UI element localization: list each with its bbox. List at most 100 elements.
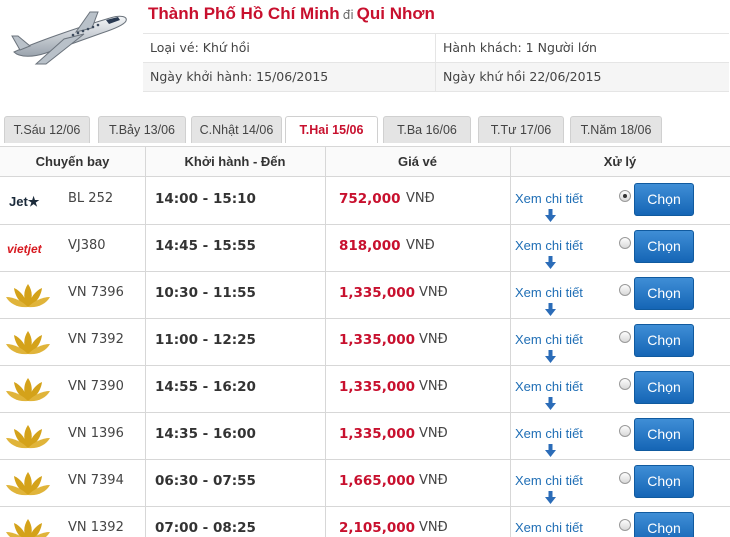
vietnam-airlines-lotus-logo (6, 519, 50, 537)
currency-label: VNĐ (419, 285, 448, 300)
tab-date-18-06[interactable]: T.Năm 18/06 (570, 116, 662, 143)
currency-label: VNĐ (406, 191, 435, 206)
flight-time: 11:00 - 12:25 (155, 332, 256, 348)
choose-flight-button[interactable]: Chọn (634, 371, 694, 404)
flight-select-radio[interactable] (619, 519, 631, 531)
view-details-link[interactable]: Xem chi tiết (515, 332, 583, 347)
view-details-link[interactable]: Xem chi tiết (515, 426, 583, 441)
ticket-price: 2,105,000 (339, 520, 416, 536)
arrow-down-icon[interactable] (545, 350, 556, 363)
choose-flight-button[interactable]: Chọn (634, 465, 694, 498)
ticket-type: Loại vé: Khứ hồi (143, 34, 435, 63)
flight-select-radio[interactable] (619, 378, 631, 390)
column-header-time: Khởi hành - Đến (184, 154, 286, 169)
flight-time: 07:00 - 08:25 (155, 520, 256, 536)
view-details-link[interactable]: Xem chi tiết (515, 285, 583, 300)
column-header-price: Giá vé (397, 154, 438, 169)
table-row: VN 7392 11:00 - 12:25 1,335,000 VNĐ Xem chi … (0, 319, 730, 366)
table-row: Jet★ BL 252 14:00 - 15:10 752,000 VNĐ Xem chi… (0, 178, 730, 225)
flight-time: 14:55 - 16:20 (155, 379, 256, 395)
table-row: VN 7394 06:30 - 07:55 1,665,000 VNĐ Xem chi … (0, 460, 730, 507)
table-row: VN 7390 14:55 - 16:20 1,335,000 VNĐ Xem chi … (0, 366, 730, 413)
currency-label: VNĐ (419, 473, 448, 488)
column-header-flight: Chuyến bay (35, 154, 110, 169)
arrow-down-icon[interactable] (545, 444, 556, 457)
search-summary-header: Thành Phố Hồ Chí Minh đi Qui Nhơn Loại vé:… (0, 0, 730, 98)
vietjet-logo: vietjet (4, 233, 52, 265)
view-details-link[interactable]: Xem chi tiết (515, 191, 583, 206)
vietnam-airlines-lotus-logo (6, 284, 50, 308)
flight-number: VN 7394 (68, 473, 124, 488)
flight-select-radio[interactable] (619, 284, 631, 296)
ticket-price: 818,000 (339, 238, 401, 254)
arrow-down-icon[interactable] (545, 209, 556, 222)
tab-date-15-06[interactable]: T.Hai 15/06 (285, 116, 378, 143)
ticket-price: 1,665,000 (339, 473, 416, 489)
route-title: Thành Phố Hồ Chí Minh đi Qui Nhơn (148, 4, 435, 30)
route-connector: đi (342, 8, 354, 22)
flight-time: 14:00 - 15:10 (155, 191, 256, 207)
flight-time: 10:30 - 11:55 (155, 285, 256, 301)
table-row: VN 1392 07:00 - 08:25 2,105,000 VNĐ Xem chi … (0, 507, 730, 537)
departure-date: Ngày khởi hành: 15/06/2015 (143, 63, 435, 92)
arrow-down-icon[interactable] (545, 397, 556, 410)
choose-flight-button[interactable]: Chọn (634, 230, 694, 263)
ticket-price: 1,335,000 (339, 285, 416, 301)
vietnam-airlines-lotus-logo (6, 425, 50, 449)
flight-time: 14:45 - 15:55 (155, 238, 256, 254)
flight-number: VN 7390 (68, 379, 124, 394)
passenger-count: Hành khách: 1 Người lớn (435, 34, 729, 63)
view-details-link[interactable]: Xem chi tiết (515, 379, 583, 394)
destination-city: Qui Nhơn (356, 4, 435, 23)
table-header: Chuyến bay Khởi hành - Đến Giá vé Xử lý (0, 146, 730, 177)
ticket-price: 1,335,000 (339, 426, 416, 442)
table-row: VN 7396 10:30 - 11:55 1,335,000 VNĐ Xem chi … (0, 272, 730, 319)
tab-date-14-06[interactable]: C.Nhật 14/06 (191, 116, 282, 143)
choose-flight-button[interactable]: Chọn (634, 512, 694, 537)
column-divider (325, 146, 326, 537)
flight-select-radio[interactable] (619, 472, 631, 484)
flight-select-radio[interactable] (619, 425, 631, 437)
vietnam-airlines-lotus-logo (6, 472, 50, 496)
ticket-price: 752,000 (339, 191, 401, 207)
tab-date-13-06[interactable]: T.Bảy 13/06 (98, 116, 186, 143)
currency-label: VNĐ (419, 520, 448, 535)
flight-select-radio[interactable] (619, 190, 631, 202)
flight-number: VN 7392 (68, 332, 124, 347)
jetstar-logo: Jet★ (4, 186, 52, 218)
vietnam-airlines-lotus-logo (6, 331, 50, 355)
choose-flight-button[interactable]: Chọn (634, 277, 694, 310)
ticket-price: 1,335,000 (339, 332, 416, 348)
origin-city: Thành Phố Hồ Chí Minh (148, 4, 340, 23)
flight-time: 14:35 - 16:00 (155, 426, 256, 442)
date-tabs: T.Sáu 12/06 T.Bảy 13/06 C.Nhật 14/06 T.H… (0, 116, 730, 146)
column-divider (145, 146, 146, 537)
tab-date-17-06[interactable]: T.Tư 17/06 (478, 116, 564, 143)
tab-date-16-06[interactable]: T.Ba 16/06 (383, 116, 471, 143)
flight-select-radio[interactable] (619, 237, 631, 249)
flight-number: BL 252 (68, 191, 114, 206)
arrow-down-icon[interactable] (545, 303, 556, 316)
choose-flight-button[interactable]: Chọn (634, 418, 694, 451)
view-details-link[interactable]: Xem chi tiết (515, 520, 583, 535)
arrow-down-icon[interactable] (545, 256, 556, 269)
flight-number: VN 7396 (68, 285, 124, 300)
trip-info-grid: Loại vé: Khứ hồi Hành khách: 1 Người lớn… (143, 33, 729, 92)
flight-select-radio[interactable] (619, 331, 631, 343)
flight-number: VN 1396 (68, 426, 124, 441)
view-details-link[interactable]: Xem chi tiết (515, 238, 583, 253)
choose-flight-button[interactable]: Chọn (634, 183, 694, 216)
column-divider (510, 146, 511, 537)
jetstar-logo-text: Jet★ (9, 194, 40, 209)
ticket-price: 1,335,000 (339, 379, 416, 395)
vietnam-airlines-lotus-logo (6, 378, 50, 402)
airplane-icon (11, 11, 127, 65)
arrow-down-icon[interactable] (545, 491, 556, 504)
column-header-action: Xử lý (603, 154, 637, 169)
choose-flight-button[interactable]: Chọn (634, 324, 694, 357)
tab-date-12-06[interactable]: T.Sáu 12/06 (4, 116, 90, 143)
vietjet-logo-text: vietjet (7, 242, 42, 256)
flight-time: 06:30 - 07:55 (155, 473, 256, 489)
return-date: Ngày khứ hồi 22/06/2015 (435, 63, 729, 92)
view-details-link[interactable]: Xem chi tiết (515, 473, 583, 488)
